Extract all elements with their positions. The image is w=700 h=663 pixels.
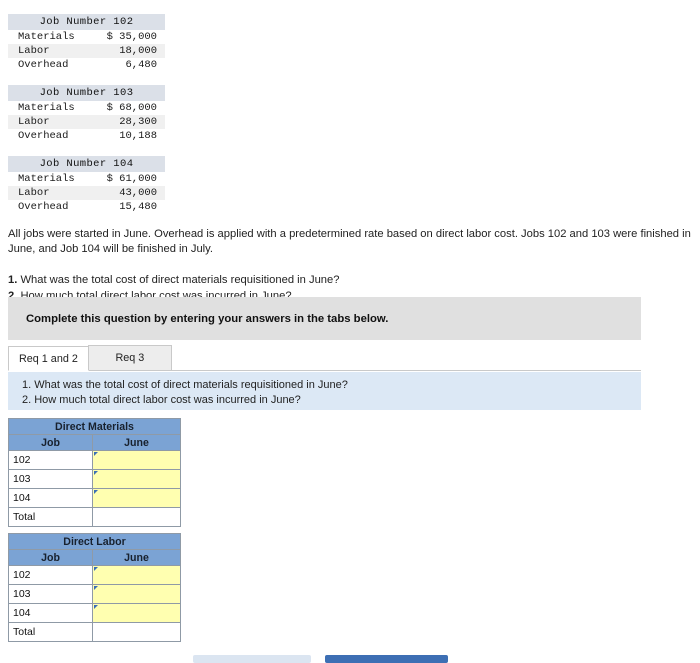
dl-total-value: [92, 622, 181, 642]
job-label-104: 104: [8, 603, 93, 623]
table-row: Total: [8, 622, 181, 642]
table-row: Labor 18,000: [8, 44, 165, 58]
table-row: Materials $ 61,000: [8, 172, 165, 186]
job-cost-table-103: Job Number 103 Materials $ 68,000 Labor …: [8, 85, 165, 143]
direct-materials-grid: Direct Materials Job June 102 103 104 To…: [8, 418, 181, 527]
table-row: 104: [8, 603, 181, 623]
job-cost-table-104: Job Number 104 Materials $ 61,000 Labor …: [8, 156, 165, 214]
job-row-label: Overhead: [18, 130, 69, 142]
table-row: Materials $ 68,000: [8, 101, 165, 115]
table-row: Overhead 10,188: [8, 129, 165, 143]
requirement-line: 2. How much total direct labor cost was …: [22, 393, 301, 406]
dm-input-103[interactable]: [92, 469, 181, 489]
job-label-102: 102: [8, 450, 93, 470]
job-table-header-row: Job Number 104: [8, 156, 165, 172]
dl-input-102[interactable]: [92, 565, 181, 585]
list-item: 1. What was the total cost of direct mat…: [8, 273, 692, 289]
dl-input-104[interactable]: [92, 603, 181, 623]
tab-req-1-and-2[interactable]: Req 1 and 2: [8, 346, 89, 371]
dm-total-value: [92, 507, 181, 527]
question-text: What was the total cost of direct materi…: [17, 274, 340, 286]
job-table-header: Job Number 103: [8, 85, 165, 101]
direct-labor-grid: Direct Labor Job June 102 103 104 Total: [8, 533, 181, 642]
job-row-value: 6,480: [125, 59, 157, 71]
tab-bar: Req 1 and 2 Req 3: [8, 345, 641, 371]
job-row-label: Overhead: [18, 59, 69, 71]
problem-narrative: All jobs were started in June. Overhead …: [8, 228, 691, 255]
job-row-value: $ 68,000: [106, 102, 157, 114]
dm-input-104[interactable]: [92, 488, 181, 508]
job-row-value: 28,300: [86, 115, 165, 129]
tab-label: Req 3: [115, 352, 145, 364]
column-header-job: Job: [8, 434, 93, 451]
next-button[interactable]: [325, 655, 448, 663]
dm-input-102[interactable]: [92, 450, 181, 470]
dl-input-103[interactable]: [92, 584, 181, 604]
grid-title-row: Direct Materials: [8, 418, 181, 435]
job-row-label: Materials: [18, 173, 75, 185]
job-row-value: $ 61,000: [106, 173, 157, 185]
column-header-june: June: [92, 549, 181, 566]
job-table-header-row: Job Number 102: [8, 14, 165, 30]
job-label-103: 103: [8, 469, 93, 489]
job-row-value: 43,000: [86, 186, 165, 200]
tab-label: Req 1 and 2: [19, 352, 78, 365]
grid-title-row: Direct Labor: [8, 533, 181, 550]
job-table-header-row: Job Number 103: [8, 85, 165, 101]
table-row: Total: [8, 507, 181, 527]
requirement-line: 1. What was the total cost of direct mat…: [22, 379, 348, 391]
table-row: Overhead 6,480: [8, 58, 165, 72]
job-label-102: 102: [8, 565, 93, 585]
table-row: 103: [8, 469, 181, 489]
table-row: Labor 28,300: [8, 115, 165, 129]
job-cost-tables: Job Number 102 Materials $ 35,000 Labor …: [0, 0, 700, 214]
job-row-value: 18,000: [86, 44, 165, 58]
job-row-label: Materials: [18, 102, 75, 114]
grid-title: Direct Materials: [8, 418, 181, 435]
table-row: 102: [8, 450, 181, 470]
job-row-label: Labor: [8, 115, 87, 129]
job-table-header: Job Number 104: [8, 156, 165, 172]
job-row-value: 10,188: [119, 130, 157, 142]
tab-req-3[interactable]: Req 3: [87, 345, 172, 370]
job-row-label: Materials: [18, 31, 75, 43]
dm-total-label: Total: [8, 507, 93, 527]
requirement-box: 1. What was the total cost of direct mat…: [8, 372, 641, 410]
table-row: Overhead 15,480: [8, 200, 165, 214]
instruction-banner: Complete this question by entering your …: [8, 297, 641, 340]
table-row: 103: [8, 584, 181, 604]
job-row-label: Labor: [8, 186, 87, 200]
grid-header-row: Job June: [8, 549, 181, 566]
grid-title: Direct Labor: [8, 533, 181, 550]
job-label-103: 103: [8, 584, 93, 604]
table-row: Labor 43,000: [8, 186, 165, 200]
job-row-label: Labor: [8, 44, 87, 58]
table-row: 102: [8, 565, 181, 585]
job-label-104: 104: [8, 488, 93, 508]
column-header-june: June: [92, 434, 181, 451]
job-table-header: Job Number 102: [8, 14, 165, 30]
job-row-value: 15,480: [119, 201, 157, 213]
job-row-value: $ 35,000: [106, 31, 157, 43]
question-number: 1.: [8, 274, 18, 286]
instruction-banner-text: Complete this question by entering your …: [26, 312, 389, 325]
table-row: Materials $ 35,000: [8, 30, 165, 44]
dl-total-label: Total: [8, 622, 93, 642]
prev-button[interactable]: [193, 655, 311, 663]
table-row: 104: [8, 488, 181, 508]
column-header-job: Job: [8, 549, 93, 566]
job-row-label: Overhead: [18, 201, 69, 213]
job-cost-table-102: Job Number 102 Materials $ 35,000 Labor …: [8, 14, 165, 72]
grid-header-row: Job June: [8, 434, 181, 451]
